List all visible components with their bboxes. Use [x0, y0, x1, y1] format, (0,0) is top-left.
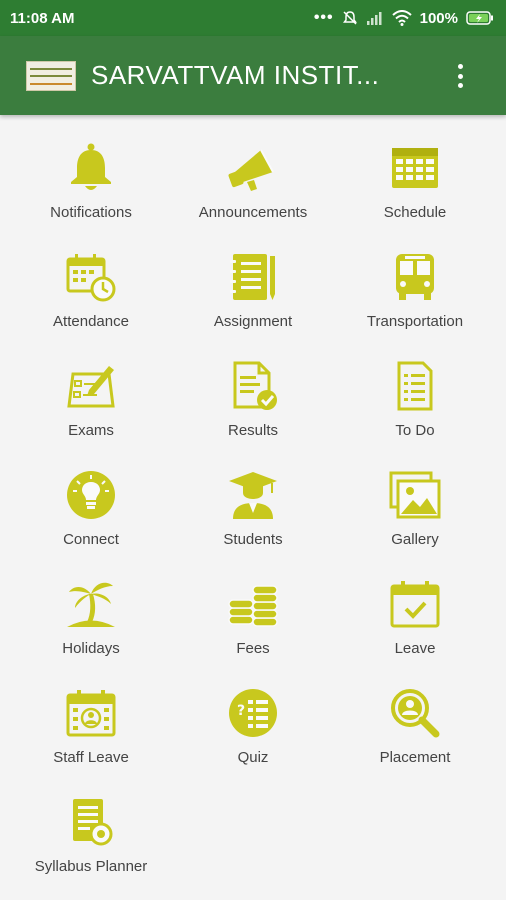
checklist-icon [397, 361, 433, 411]
planner-icon [73, 799, 113, 846]
svg-text:?: ? [237, 703, 245, 719]
menu-item-students[interactable]: Students [172, 455, 334, 564]
menu-item-label: Staff Leave [53, 749, 129, 766]
calendar-check-icon [390, 581, 440, 628]
menu-item-holidays[interactable]: Holidays [10, 564, 172, 673]
menu-item-schedule[interactable]: Schedule [334, 128, 496, 237]
exam-sheet-icon [67, 366, 115, 408]
graduate-icon [229, 472, 277, 519]
coins-icon [228, 585, 278, 627]
megaphone-icon [228, 149, 274, 191]
menu-item-label: Schedule [383, 204, 447, 221]
calendar-clock-icon [66, 254, 116, 302]
menu-item-label: Holidays [62, 640, 120, 657]
search-person-icon [391, 689, 440, 738]
calendar-grid-icon [392, 148, 438, 188]
menu-item-label: Attendance [53, 313, 129, 330]
menu-item-label: Students [223, 531, 283, 548]
app-bar: SARVATTVAM INSTIT... [0, 36, 506, 115]
menu-item-label: Fees [236, 640, 270, 657]
menu-item-to-do[interactable]: To Do [334, 346, 496, 455]
menu-item-assignment[interactable]: Assignment [172, 237, 334, 346]
menu-item-label: Transportation [366, 313, 464, 330]
menu-item-results[interactable]: Results [172, 346, 334, 455]
institute-logo [26, 60, 76, 91]
menu-item-label: Syllabus Planner [34, 858, 148, 875]
bus-icon [396, 254, 434, 300]
menu-item-transportation[interactable]: Transportation [334, 237, 496, 346]
bell-icon [71, 143, 111, 190]
menu-item-notifications[interactable]: Notifications [10, 128, 172, 237]
menu-item-label: Results [227, 422, 279, 439]
menu-item-syllabus-planner[interactable]: Syllabus Planner [10, 782, 172, 891]
menu-item-label: To Do [395, 422, 435, 439]
more-vert-icon[interactable] [454, 64, 466, 88]
battery-charging-icon [466, 11, 493, 25]
menu-item-staff-leave[interactable]: Staff Leave [10, 673, 172, 782]
menu-item-attendance[interactable]: Attendance [10, 237, 172, 346]
status-bar: 11:08 AM ••• 100% [0, 0, 506, 36]
menu-item-label: Quiz [237, 749, 269, 766]
wifi-icon [391, 10, 412, 26]
lightbulb-icon [67, 471, 115, 519]
menu-item-placement[interactable]: Placement [334, 673, 496, 782]
more-dots-icon: ••• [313, 9, 334, 26]
menu-item-gallery[interactable]: Gallery [334, 455, 496, 564]
palm-tree-icon [67, 582, 115, 627]
menu-item-label: Placement [379, 749, 451, 766]
menu-item-announcements[interactable]: Announcements [172, 128, 334, 237]
menu-item-label: Assignment [213, 313, 293, 330]
document-check-icon [233, 361, 277, 410]
menu-item-label: Connect [63, 531, 119, 548]
calendar-person-icon [66, 690, 116, 737]
menu-grid: Notifications Announcements Schedule Att… [10, 128, 496, 891]
quiz-icon: ? [229, 689, 277, 737]
menu-item-leave[interactable]: Leave [334, 564, 496, 673]
menu-item-fees[interactable]: Fees [172, 564, 334, 673]
battery-percent: 100% [419, 9, 458, 27]
menu-item-label: Notifications [50, 204, 132, 221]
menu-item-exams[interactable]: Exams [10, 346, 172, 455]
gallery-icon [389, 471, 441, 519]
menu-item-label: Leave [394, 640, 436, 657]
app-title: SARVATTVAM INSTIT... [91, 60, 380, 90]
status-icons: ••• 100% [314, 9, 494, 27]
menu-item-label: Exams [68, 422, 114, 439]
menu-item-label: Announcements [198, 204, 308, 221]
menu-item-label: Gallery [391, 531, 439, 548]
menu-item-quiz[interactable]: ? Quiz [172, 673, 334, 782]
status-time: 11:08 AM [10, 9, 75, 27]
menu-item-connect[interactable]: Connect [10, 455, 172, 564]
alarm-off-icon [342, 11, 357, 25]
notebook-icon [230, 254, 275, 300]
signal-icon [366, 12, 382, 25]
